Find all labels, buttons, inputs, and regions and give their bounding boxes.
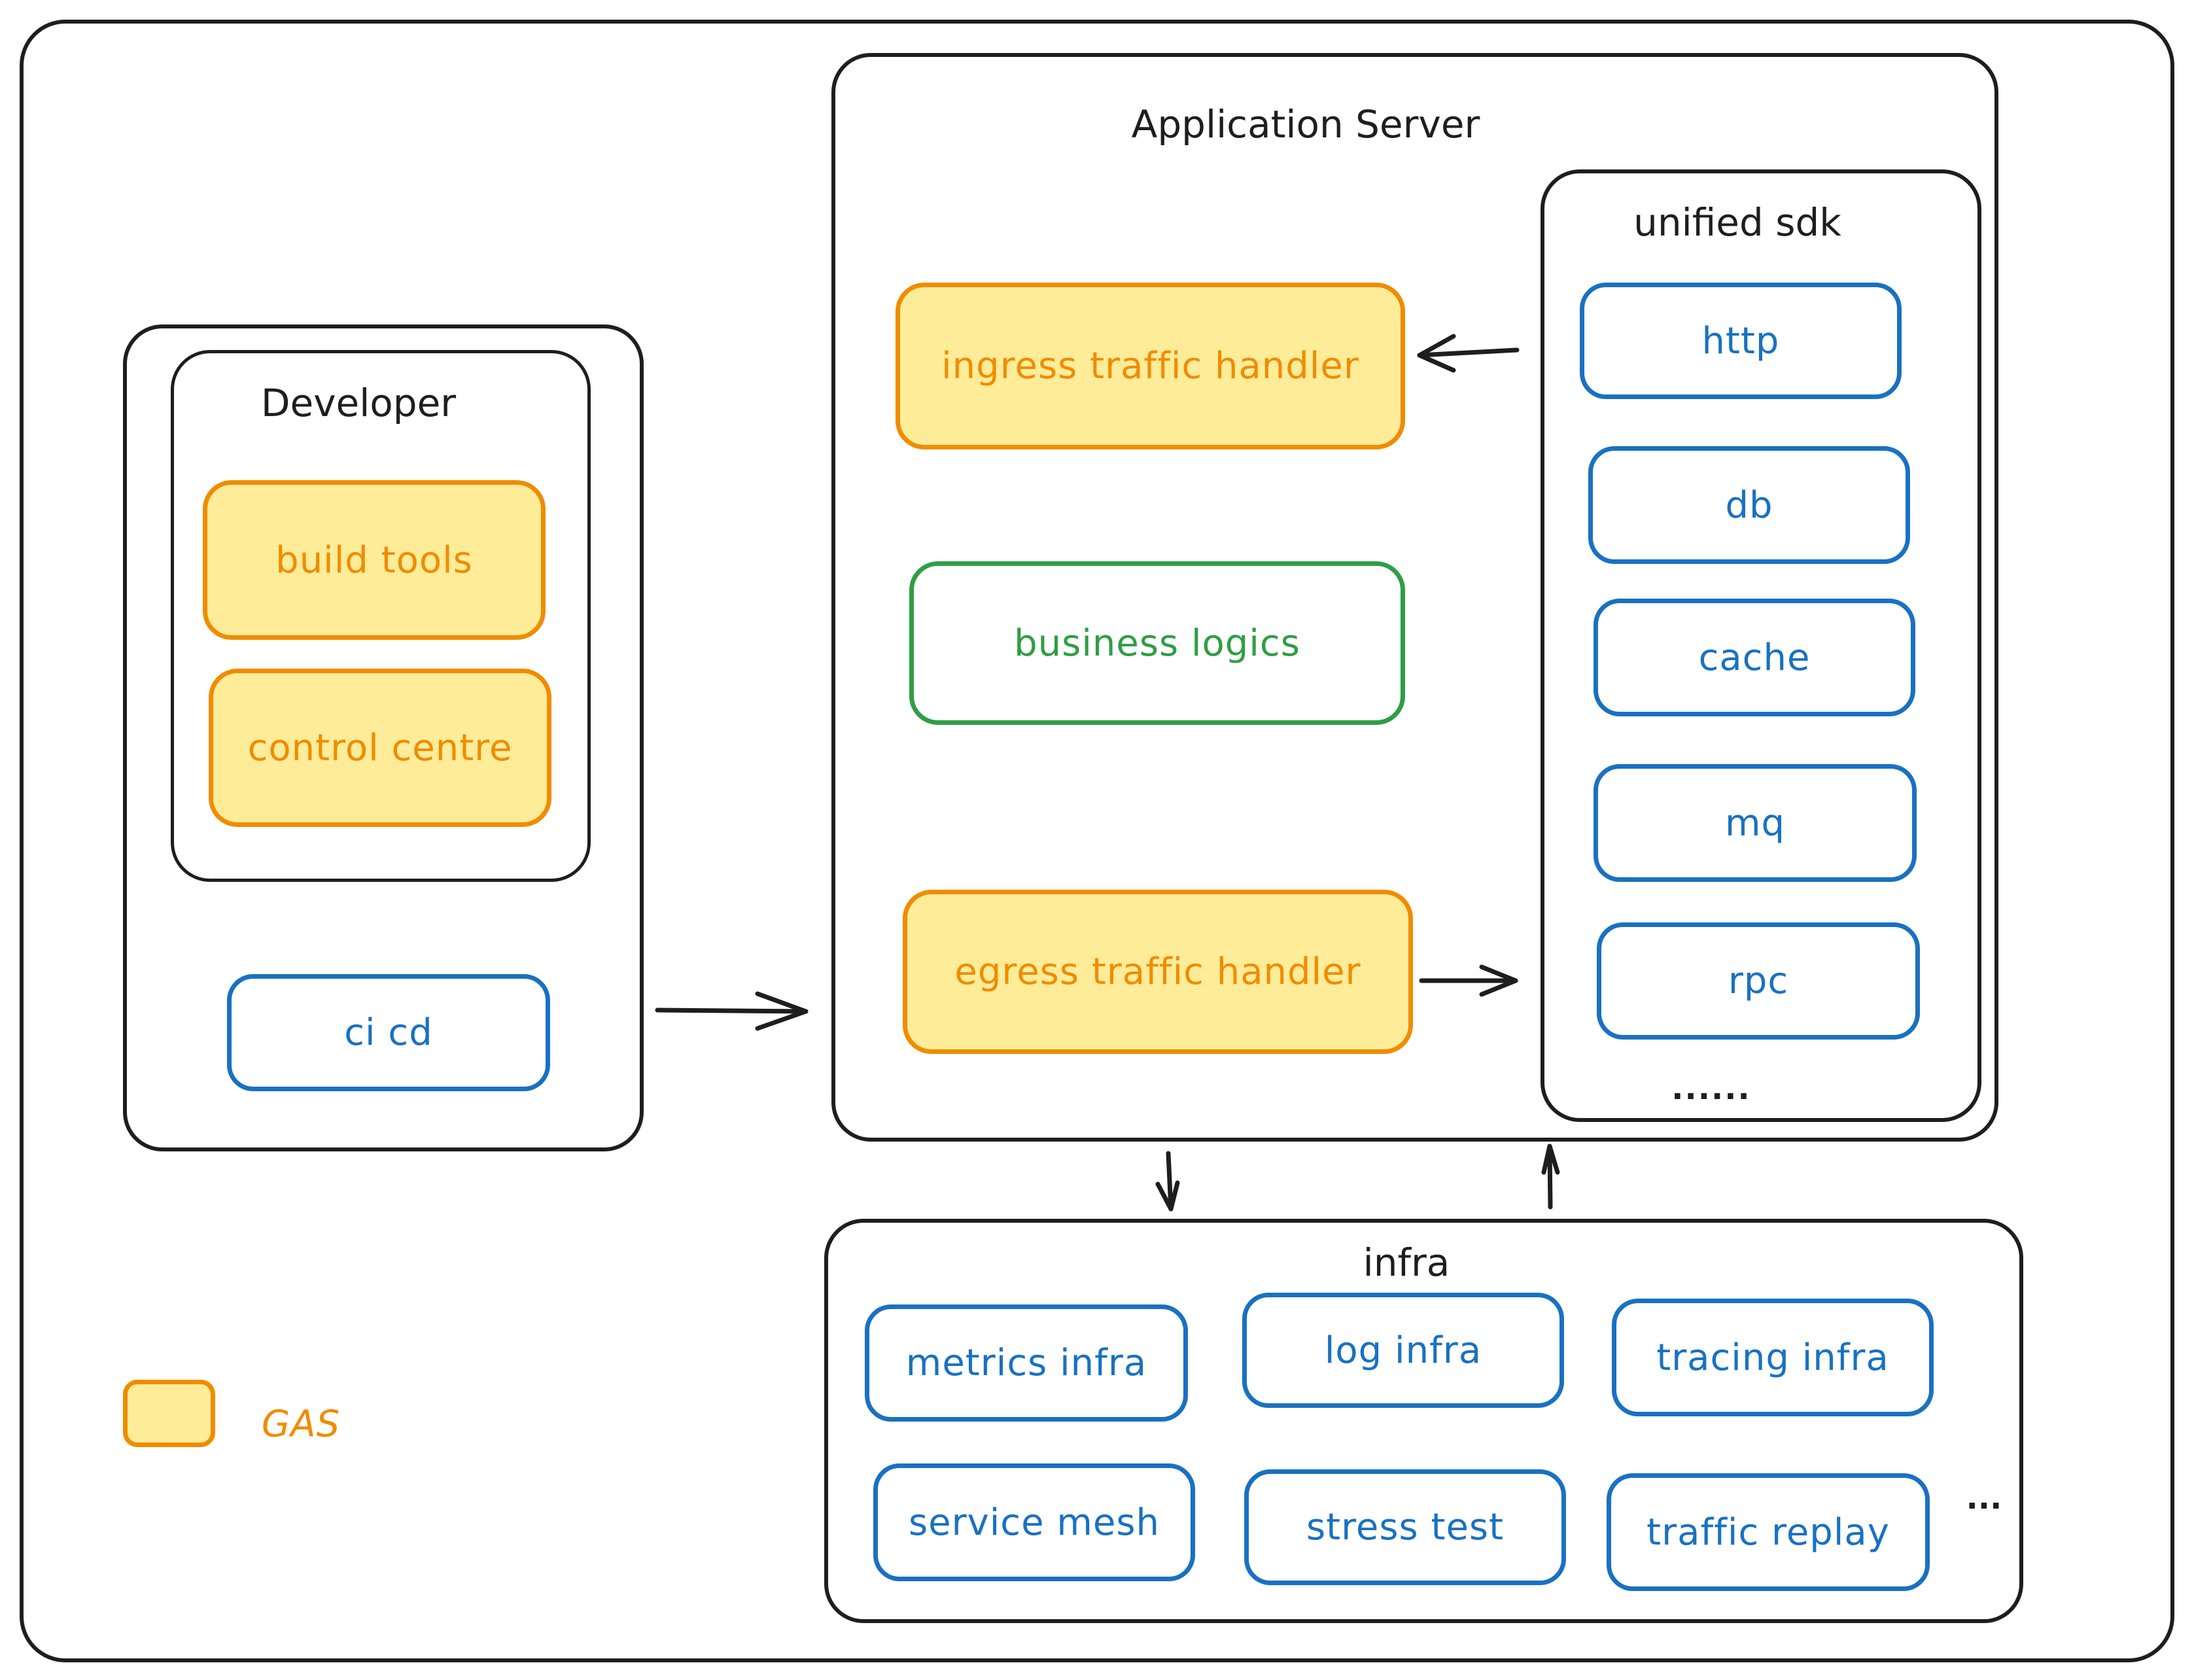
tracing-infra-label: tracing infra [1656, 1336, 1889, 1379]
build-tools-node[interactable]: build tools [203, 480, 546, 640]
business-logics-node[interactable]: business logics [909, 561, 1405, 725]
traffic-replay-label: traffic replay [1646, 1511, 1890, 1554]
sdk-cache-label: cache [1698, 636, 1811, 679]
egress-traffic-handler-node[interactable]: egress traffic handler [903, 890, 1413, 1054]
build-tools-label: build tools [275, 538, 473, 582]
metrics-infra-label: metrics infra [905, 1342, 1147, 1384]
sdk-http-label: http [1701, 319, 1780, 362]
sdk-cache-node[interactable]: cache [1593, 599, 1915, 716]
business-logics-label: business logics [1014, 621, 1300, 665]
log-infra-node[interactable]: log infra [1242, 1293, 1564, 1408]
sdk-rpc-node[interactable]: rpc [1597, 922, 1920, 1040]
traffic-replay-node[interactable]: traffic replay [1607, 1473, 1930, 1591]
service-mesh-node[interactable]: service mesh [873, 1463, 1195, 1581]
sdk-db-node[interactable]: db [1588, 446, 1910, 564]
sdk-more-ellipsis: ...... [1671, 1070, 1751, 1107]
control-centre-node[interactable]: control centre [209, 669, 551, 827]
developer-title: Developer [260, 381, 457, 425]
ingress-traffic-handler-node[interactable]: ingress traffic handler [896, 283, 1405, 449]
sdk-rpc-label: rpc [1728, 960, 1789, 1002]
legend-gas-swatch [123, 1380, 215, 1447]
sdk-http-node[interactable]: http [1580, 283, 1902, 399]
service-mesh-label: service mesh [908, 1501, 1160, 1544]
sdk-mq-node[interactable]: mq [1593, 764, 1917, 882]
stress-test-label: stress test [1306, 1506, 1505, 1549]
legend-gas-label: GAS [261, 1403, 341, 1446]
infra-more-ellipsis: ... [1966, 1480, 2002, 1516]
sdk-db-label: db [1725, 483, 1773, 527]
ci-cd-label: ci cd [344, 1011, 433, 1054]
metrics-infra-node[interactable]: metrics infra [865, 1304, 1188, 1422]
application-server-title: Application Server [1131, 102, 1480, 147]
control-centre-label: control centre [247, 726, 513, 769]
sdk-mq-label: mq [1724, 801, 1786, 845]
tracing-infra-node[interactable]: tracing infra [1612, 1299, 1934, 1416]
ingress-traffic-handler-label: ingress traffic handler [941, 345, 1359, 387]
infra-title: infra [1363, 1240, 1450, 1285]
unified-sdk-title: unified sdk [1633, 200, 1841, 245]
ci-cd-node[interactable]: ci cd [227, 974, 550, 1091]
egress-traffic-handler-label: egress traffic handler [954, 951, 1361, 993]
log-infra-label: log infra [1324, 1329, 1482, 1372]
stress-test-node[interactable]: stress test [1244, 1469, 1566, 1585]
